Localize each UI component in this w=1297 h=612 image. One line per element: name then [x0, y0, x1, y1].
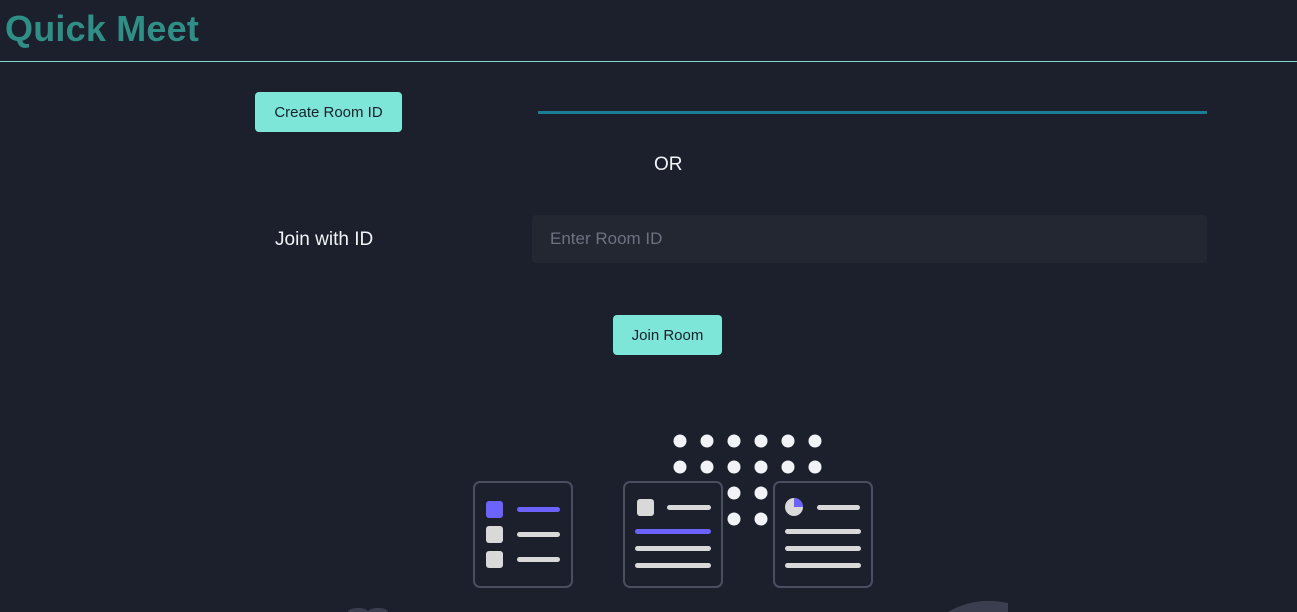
checklist-card-icon [473, 481, 573, 588]
document-card-icon [623, 481, 723, 588]
meeting-dashboard-illustration [348, 434, 1008, 612]
page: Quick Meet Create Room ID OR Join with I… [0, 0, 1297, 612]
report-card-icon [773, 481, 873, 588]
bottom-decoration [348, 600, 1008, 612]
